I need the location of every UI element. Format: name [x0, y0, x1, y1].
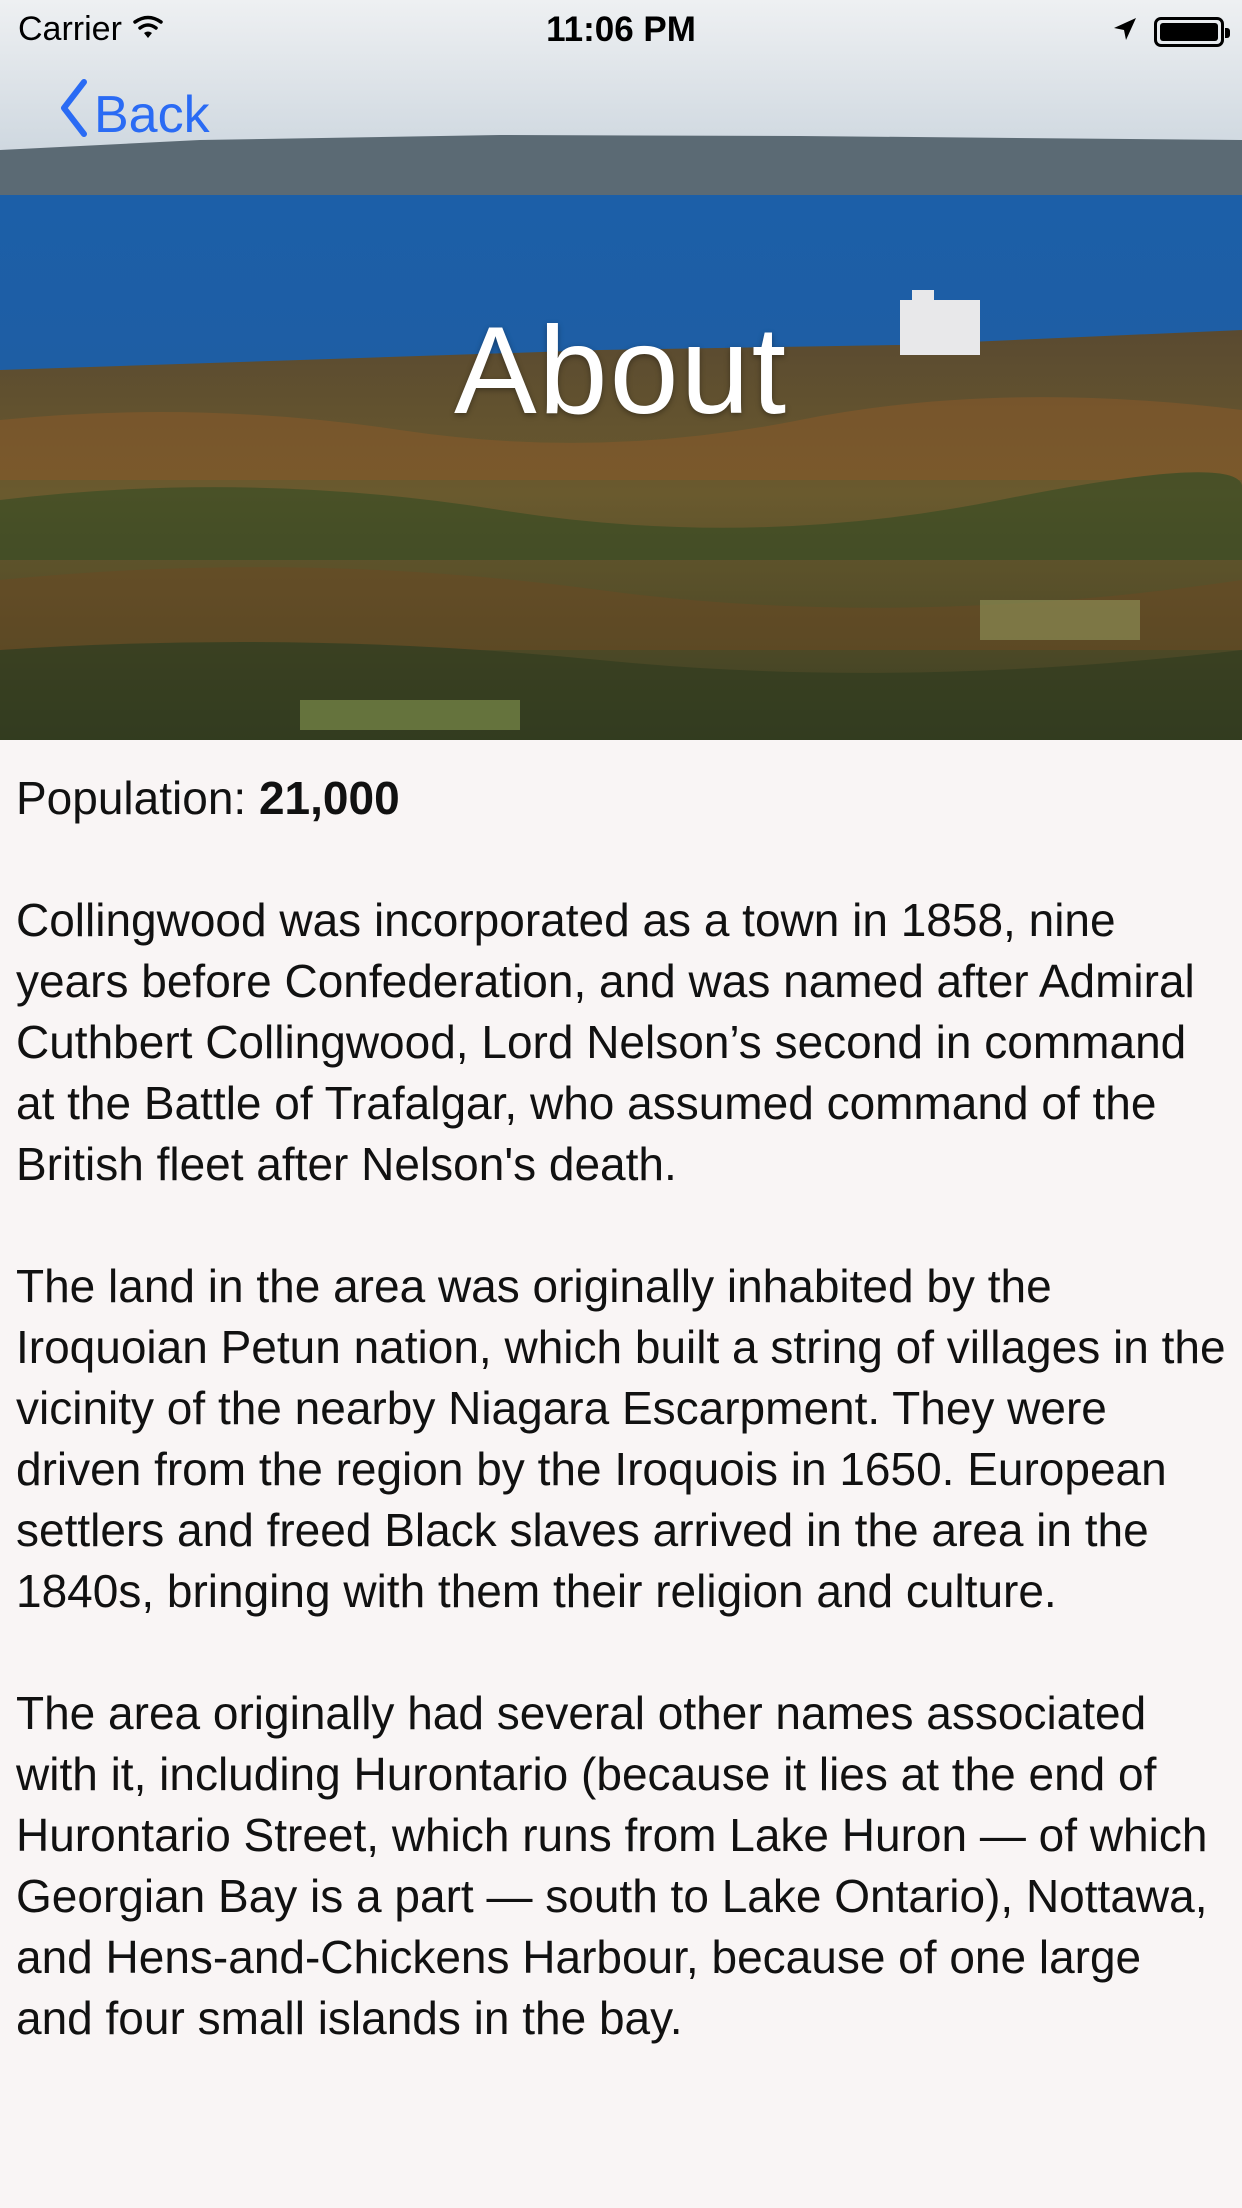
- page-title: About: [453, 302, 789, 440]
- about-screen: Carrier 11:06 PM Back About Population: …: [0, 0, 1242, 2208]
- status-time: 11:06 PM: [546, 10, 696, 49]
- population-label: Population:: [16, 772, 259, 824]
- back-button[interactable]: Back: [58, 78, 210, 151]
- about-content: Population: 21,000 Collingwood was incor…: [16, 768, 1226, 2110]
- population-value: 21,000: [258, 772, 400, 824]
- paragraph-3: The area originally had several other na…: [16, 1687, 1208, 2044]
- population-line: Population: 21,000: [16, 768, 1226, 829]
- paragraph-1: Collingwood was incorporated as a town i…: [16, 894, 1195, 1190]
- location-arrow-icon: [1112, 12, 1138, 51]
- paragraph-2: The land in the area was originally inha…: [16, 1260, 1226, 1617]
- battery-icon: [1154, 16, 1230, 47]
- back-label: Back: [94, 85, 210, 144]
- status-right-group: [1112, 12, 1230, 51]
- chevron-left-icon: [58, 78, 88, 151]
- status-bar: Carrier 11:06 PM: [0, 0, 1242, 60]
